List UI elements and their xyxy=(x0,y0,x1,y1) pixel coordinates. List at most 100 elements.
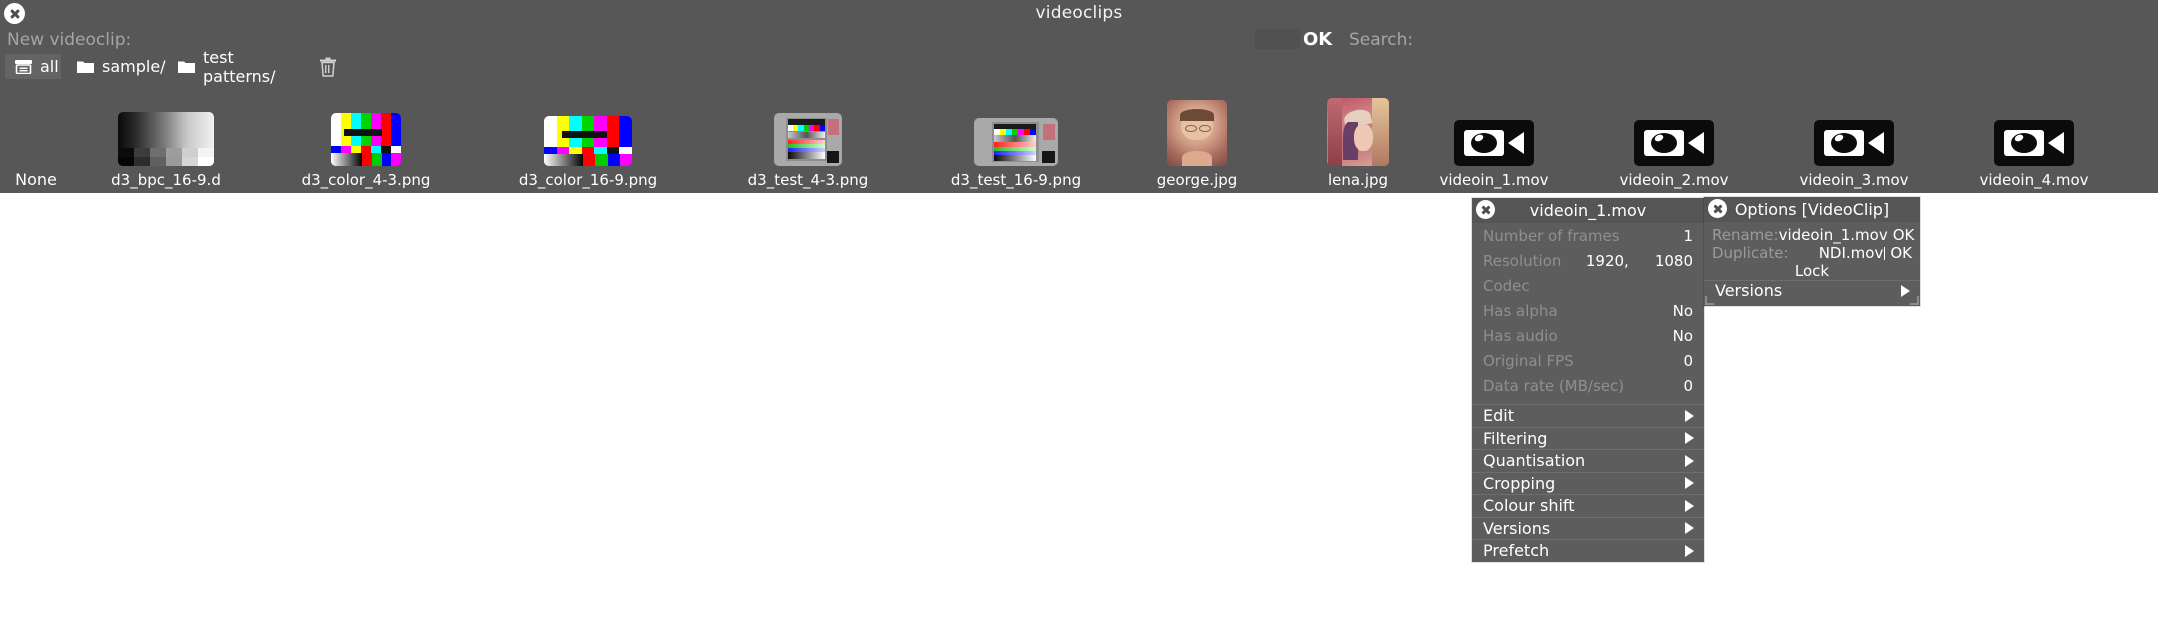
clip-label: d3_bpc_16-9.d xyxy=(111,171,221,189)
info-row: Has audio No xyxy=(1472,323,1704,348)
menu-item-colour-shift[interactable]: Colour shift xyxy=(1472,494,1704,517)
folder-tab-sample-label: sample/ xyxy=(102,57,166,76)
info-value: No xyxy=(1672,326,1693,345)
rename-ok-button[interactable]: OK xyxy=(1890,226,1915,244)
clip-label: d3_test_4-3.png xyxy=(747,171,869,189)
info-row: Data rate (MB/sec) 0 xyxy=(1472,373,1704,398)
archive-icon xyxy=(15,59,32,74)
info-panel-titlebar: videoin_1.mov xyxy=(1472,198,1704,223)
clip-thumbnail xyxy=(331,113,401,166)
submenu-arrow-icon xyxy=(1685,454,1694,467)
menu-item-edit[interactable]: Edit xyxy=(1472,404,1704,427)
menu-item-label: Versions xyxy=(1483,518,1551,538)
info-row: Original FPS 0 xyxy=(1472,348,1704,373)
clip-thumbnail xyxy=(1167,100,1227,166)
new-videoclip-label: New videoclip: xyxy=(7,30,132,50)
info-key: Data rate (MB/sec) xyxy=(1483,376,1625,395)
videoclip-browser-window: videoclips New videoclip: OK Search: all xyxy=(0,0,2158,193)
folder-tab-sample[interactable]: sample/ xyxy=(67,54,166,79)
clip-label: d3_color_16-9.png xyxy=(518,171,658,189)
duplicate-ok-button[interactable]: OK xyxy=(1887,244,1912,262)
clip-item-d3-color-169[interactable]: d3_color_16-9.png xyxy=(508,84,668,189)
clip-item-videoin-4[interactable]: videoin_4.mov xyxy=(1954,84,2114,189)
new-videoclip-input[interactable] xyxy=(1255,29,1300,49)
submenu-arrow-icon xyxy=(1685,409,1694,422)
clip-thumbnail xyxy=(974,118,1058,166)
clip-label: george.jpg xyxy=(1156,171,1238,189)
clip-label: videoin_2.mov xyxy=(1619,171,1729,189)
duplicate-row: Duplicate: NDI.mov OK xyxy=(1704,244,1920,262)
camera-icon xyxy=(1994,120,2074,166)
folder-icon xyxy=(77,60,94,74)
search-input[interactable] xyxy=(1412,29,1502,49)
clip-label: videoin_4.mov xyxy=(1979,171,2089,189)
clip-item-videoin-3[interactable]: videoin_3.mov xyxy=(1774,84,1934,189)
submenu-arrow-icon xyxy=(1685,522,1694,535)
clip-thumbnail xyxy=(1327,98,1389,166)
menu-item-prefetch[interactable]: Prefetch xyxy=(1472,539,1704,562)
options-panel-footer xyxy=(1704,300,1920,306)
clip-thumbnail-strip: None d3_bpc_16-9.d d3_color_4-3.png d3_c… xyxy=(0,84,2158,189)
info-key: Resolution xyxy=(1483,251,1562,270)
clip-label: d3_test_16-9.png xyxy=(950,171,1082,189)
info-value-width: 1920, xyxy=(1585,251,1629,270)
folder-tab-all-label: all xyxy=(40,57,59,76)
info-value: 1 xyxy=(1683,226,1693,245)
text-caret xyxy=(1884,247,1886,260)
menu-item-cropping[interactable]: Cropping xyxy=(1472,471,1704,495)
clip-label: lena.jpg xyxy=(1327,171,1389,189)
menu-item-versions[interactable]: Versions xyxy=(1472,516,1704,540)
menu-item-label: Cropping xyxy=(1483,473,1556,493)
menu-item-label: Colour shift xyxy=(1483,496,1575,516)
clip-item-videoin-1[interactable]: videoin_1.mov xyxy=(1414,84,1574,189)
menu-item-filtering[interactable]: Filtering xyxy=(1472,426,1704,450)
info-panel-title: videoin_1.mov xyxy=(1529,201,1647,220)
submenu-arrow-icon xyxy=(1685,432,1694,445)
clip-item-george[interactable]: george.jpg xyxy=(1117,84,1277,189)
menu-item-quantisation[interactable]: Quantisation xyxy=(1472,449,1704,472)
options-panel-titlebar: Options [VideoClip] xyxy=(1704,197,1920,222)
clip-thumbnail xyxy=(774,113,842,166)
info-value: 0 xyxy=(1683,351,1693,370)
info-key: Number of frames xyxy=(1483,226,1620,245)
duplicate-label: Duplicate: xyxy=(1712,244,1789,262)
info-value: 0 xyxy=(1683,376,1693,395)
clip-label: videoin_3.mov xyxy=(1799,171,1909,189)
clip-thumbnail xyxy=(544,116,632,166)
close-icon[interactable] xyxy=(1476,200,1495,219)
menu-item-label: Versions xyxy=(1715,281,1783,300)
search-label: Search: xyxy=(1349,30,1414,50)
info-row: Number of frames 1 xyxy=(1472,223,1704,248)
ok-button[interactable]: OK xyxy=(1303,29,1332,50)
menu-item-label: Prefetch xyxy=(1483,541,1550,561)
rename-input[interactable]: videoin_1.mov xyxy=(1779,226,1890,244)
camera-icon xyxy=(1814,120,1894,166)
camera-icon xyxy=(1454,120,1534,166)
lock-label: Lock xyxy=(1794,262,1830,280)
options-menu-item-versions[interactable]: Versions xyxy=(1704,280,1920,300)
info-key: Original FPS xyxy=(1483,351,1574,370)
submenu-arrow-icon xyxy=(1901,284,1910,297)
submenu-arrow-icon xyxy=(1685,544,1694,557)
close-icon[interactable] xyxy=(1708,199,1727,218)
info-key: Has audio xyxy=(1483,326,1558,345)
info-key: Has alpha xyxy=(1483,301,1558,320)
trash-icon[interactable] xyxy=(316,55,340,79)
clip-item-videoin-2[interactable]: videoin_2.mov xyxy=(1594,84,1754,189)
clip-item-d3-test-169[interactable]: d3_test_16-9.png xyxy=(936,84,1096,189)
folder-tab-bar: all sample/ test patterns/ xyxy=(0,48,2158,86)
lock-button[interactable]: Lock xyxy=(1704,262,1920,280)
clip-item-d3-test-43[interactable]: d3_test_4-3.png xyxy=(728,84,888,189)
duplicate-input-value: NDI.mov xyxy=(1818,244,1884,262)
duplicate-input[interactable]: NDI.mov xyxy=(1789,244,1888,262)
folder-tab-all[interactable]: all xyxy=(5,54,61,79)
folder-icon xyxy=(178,60,195,74)
clip-item-d3-color-43[interactable]: d3_color_4-3.png xyxy=(286,84,446,189)
clip-item-d3-bpc[interactable]: d3_bpc_16-9.d xyxy=(86,84,246,189)
submenu-arrow-icon xyxy=(1685,499,1694,512)
menu-item-label: Quantisation xyxy=(1483,451,1586,471)
rename-row: Rename: videoin_1.mov OK xyxy=(1704,226,1920,244)
clip-label: None xyxy=(15,170,57,189)
window-title: videoclips xyxy=(1035,3,1123,23)
folder-tab-test-patterns[interactable]: test patterns/ xyxy=(168,48,300,86)
